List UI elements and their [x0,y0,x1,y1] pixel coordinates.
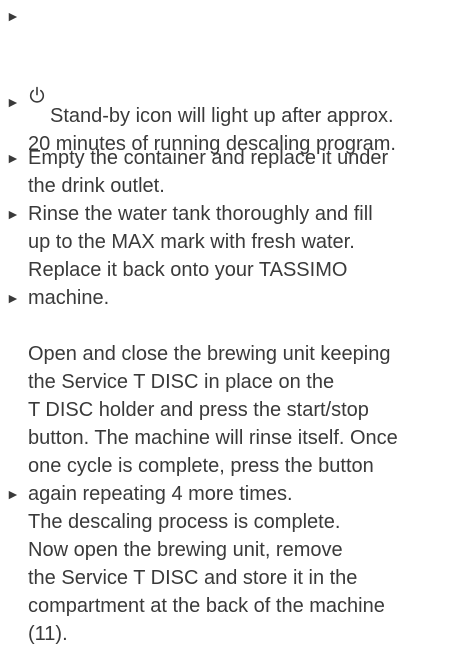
instruction-page: ► Stand-by icon will light up after appr… [0,0,472,645]
instruction-step-store-disc: ► Now open the brewing unit, remove the … [6,480,470,648]
bullet-arrow-icon: ► [6,94,20,110]
standby-power-icon [28,58,46,103]
bullet-arrow-icon: ► [6,486,20,502]
bullet-arrow-icon: ► [6,8,20,24]
bullet-arrow-icon: ► [6,206,20,222]
bullet-arrow-icon: ► [6,150,20,166]
bullet-arrow-icon: ► [6,290,20,306]
instruction-step-text: Now open the brewing unit, remove the Se… [28,539,385,645]
